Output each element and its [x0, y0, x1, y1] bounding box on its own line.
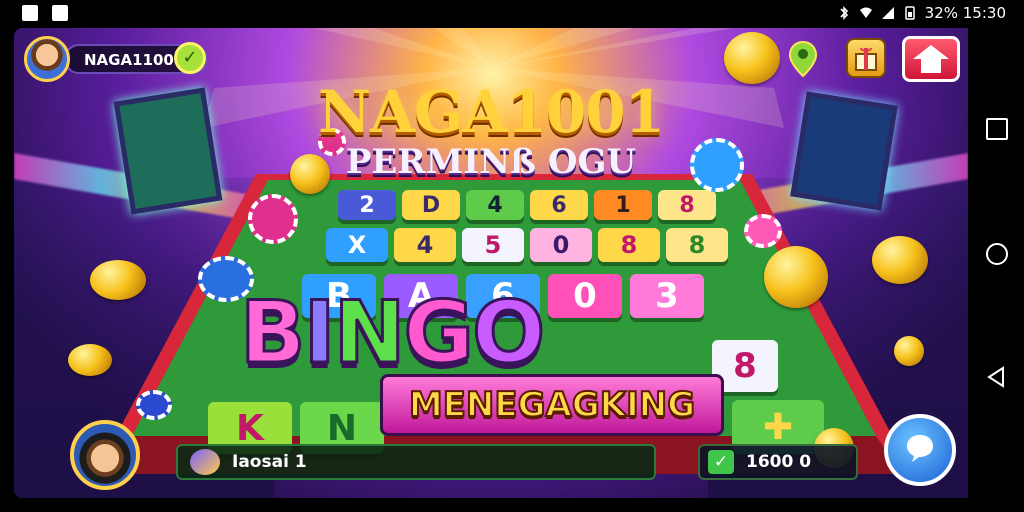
board-cell[interactable]: 5	[462, 228, 524, 262]
poker-chip	[248, 194, 298, 244]
board-cell[interactable]: 0	[548, 274, 622, 318]
coin-balance: 1600 0	[746, 452, 817, 472]
gift-glyph	[855, 47, 877, 71]
navigation-bar	[968, 28, 1024, 512]
board-cell[interactable]: 4	[466, 190, 524, 220]
chat-button[interactable]	[884, 414, 956, 486]
location-pin-icon[interactable]	[788, 40, 818, 78]
board-cell[interactable]: 4	[394, 228, 456, 262]
board-cell[interactable]: 6	[530, 190, 588, 220]
ticket-bar[interactable]: Iaosai 1	[176, 444, 656, 480]
check-icon: ✓	[708, 450, 734, 474]
avatar-icon[interactable]	[24, 36, 70, 82]
gold-coin	[68, 344, 112, 376]
gold-coin	[894, 336, 924, 366]
poker-chip	[136, 390, 172, 420]
status-text: 32% 15:30	[924, 4, 1006, 22]
recents-button[interactable]	[986, 118, 1008, 140]
board-cell[interactable]: 3	[630, 274, 704, 318]
gold-coin	[764, 246, 828, 308]
board-cell[interactable]: D	[402, 190, 460, 220]
wifi-icon	[859, 7, 872, 18]
bingo-letter: O	[471, 283, 547, 383]
status-left	[22, 5, 68, 21]
home-nav-button[interactable]	[986, 243, 1008, 265]
game-title: NAGA1001	[318, 78, 665, 146]
gold-coin	[872, 236, 928, 284]
bingo-logo: BINGO	[239, 283, 547, 383]
signal-icon	[881, 7, 894, 19]
back-button[interactable]	[986, 366, 1008, 388]
bingo-letter: N	[332, 283, 407, 383]
home-icon[interactable]	[902, 36, 960, 82]
bluetooth-icon	[840, 6, 848, 20]
bingo-letter: G	[402, 283, 476, 383]
status-right: 32% 15:30	[837, 4, 1006, 22]
board-cell[interactable]: 8	[658, 190, 716, 220]
notification-icon	[22, 5, 38, 21]
image-notification-icon	[52, 5, 68, 21]
player-name: NAGA1100	[84, 51, 174, 69]
bingo-letter: B	[239, 283, 308, 383]
bingo-letter: I	[302, 283, 337, 383]
board-cell[interactable]: 0	[530, 228, 592, 262]
check-icon[interactable]: ✓	[174, 42, 206, 74]
game-subtitle: PERMINß OGU	[345, 142, 637, 182]
home-glyph	[913, 45, 949, 73]
status-bar: 32% 15:30	[0, 0, 1024, 28]
menegagking-banner[interactable]: MENEGAGKING	[380, 374, 724, 436]
chat-icon	[907, 435, 933, 462]
board-cell[interactable]: 8	[666, 228, 728, 262]
battery-icon	[904, 6, 915, 20]
gold-coin	[724, 32, 780, 84]
game-screen[interactable]: 2 D 4 6 1 8 X 4 5 0 8 8 B A 6 0 3 8 K N …	[14, 28, 968, 498]
banner-label: MENEGAGKING	[408, 384, 696, 426]
ticket-icon	[190, 449, 220, 475]
poker-chip	[744, 214, 782, 248]
board-cell[interactable]: X	[326, 228, 388, 262]
ticket-count: Iaosai 1	[232, 452, 307, 472]
host-avatar[interactable]	[70, 420, 140, 490]
gift-icon[interactable]	[846, 38, 886, 78]
coin-balance-bar[interactable]: ✓ 1600 0	[698, 444, 858, 480]
board-cell[interactable]: 2	[338, 190, 396, 220]
board-cell[interactable]: 8	[598, 228, 660, 262]
board-cell[interactable]: 1	[594, 190, 652, 220]
gold-coin	[90, 260, 146, 300]
